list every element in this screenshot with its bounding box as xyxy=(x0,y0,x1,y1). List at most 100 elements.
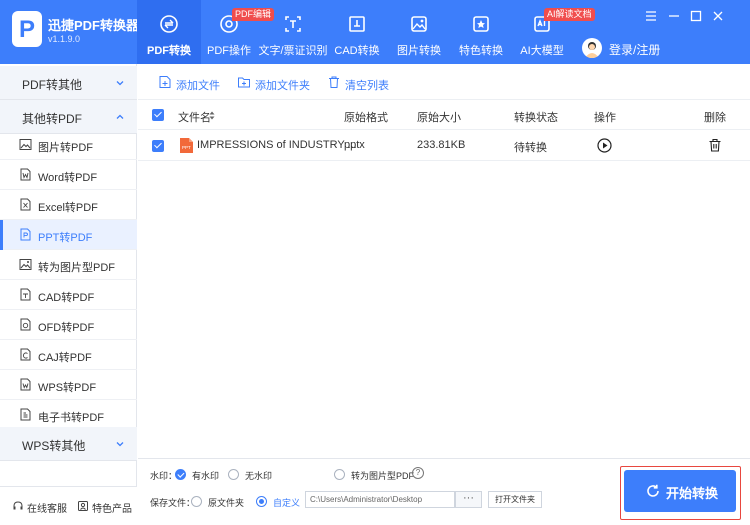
chevron-down-icon xyxy=(116,442,124,447)
clear-list-label: 清空列表 xyxy=(345,80,389,92)
tab-cad-convert[interactable]: CAD转换 xyxy=(329,0,385,64)
tab-label: 图片转换 xyxy=(397,45,441,57)
help-icon[interactable]: ? xyxy=(412,467,424,479)
sidebar-group-other-to-pdf[interactable]: 其他转PDF xyxy=(0,100,137,134)
watermark-label: 水印： xyxy=(150,471,178,481)
sort-icon[interactable] xyxy=(209,111,215,120)
ebook-icon xyxy=(20,408,31,421)
sidebar-item-label: CAD转PDF xyxy=(38,292,95,304)
header-action: 操作 xyxy=(594,112,616,124)
tab-pdf-convert[interactable]: PDF转换 xyxy=(137,0,201,64)
table-row: PPT IMPRESSIONS of INDUSTRY ... pptx 233… xyxy=(138,130,750,161)
sidebar-item-caj-to-pdf[interactable]: CAJ转PDF xyxy=(0,340,137,370)
headset-icon xyxy=(13,501,23,510)
sidebar-item-label: 图片转PDF xyxy=(38,142,93,154)
custom-folder-radio[interactable] xyxy=(256,496,267,507)
sidebar-item-ofd-to-pdf[interactable]: OFD转PDF xyxy=(0,310,137,340)
browse-button[interactable]: ··· xyxy=(455,491,482,508)
tab-image-convert[interactable]: 图片转换 xyxy=(390,0,448,64)
convert-icon xyxy=(160,15,178,33)
scan-icon xyxy=(285,16,301,32)
sidebar-item-ppt-to-pdf[interactable]: PPT转PDF xyxy=(0,220,137,250)
pptx-file-icon: PPT xyxy=(180,138,193,153)
ofd-icon xyxy=(20,318,31,331)
ai-doc-badge: AI解读文档 xyxy=(544,8,595,21)
image-icon xyxy=(19,139,32,150)
tab-label: PDF转换 xyxy=(147,45,191,57)
sidebar-item-cad-to-pdf[interactable]: CAD转PDF xyxy=(0,280,137,310)
header-file-name[interactable]: 文件名 xyxy=(178,109,211,125)
add-folder-icon xyxy=(238,77,250,88)
trash-icon xyxy=(329,76,339,88)
header-size: 原始大小 xyxy=(417,112,461,124)
main-panel: 添加文件 添加文件夹 清空列表 文件名 原始格式 原始大小 转换状态 操作 删除… xyxy=(138,64,750,525)
tab-ocr[interactable]: 文字/票证识别 xyxy=(257,0,329,64)
sidebar-item-wps-to-pdf[interactable]: WPS转PDF xyxy=(0,370,137,400)
start-convert-label: 开始转换 xyxy=(666,486,719,501)
tab-label: 特色转换 xyxy=(459,45,503,57)
tab-special-convert[interactable]: 特色转换 xyxy=(452,0,510,64)
file-status: 待转换 xyxy=(514,142,547,154)
cad-icon xyxy=(20,288,31,301)
sidebar-item-image-pdf[interactable]: 转为图片型PDF xyxy=(0,250,137,280)
excel-icon xyxy=(20,198,31,211)
start-convert-button[interactable]: 开始转换 xyxy=(624,470,736,512)
chevron-down-icon xyxy=(116,81,124,86)
to-image-pdf-radio[interactable] xyxy=(334,469,345,480)
product-icon xyxy=(78,501,88,511)
delete-icon[interactable] xyxy=(708,138,722,152)
file-toolbar: 添加文件 添加文件夹 清空列表 xyxy=(138,64,750,100)
sidebar-item-ebook-to-pdf[interactable]: 电子书转PDF xyxy=(0,400,137,430)
sidebar-item-label: OFD转PDF xyxy=(38,322,95,334)
sidebar-item-label: WPS转PDF xyxy=(38,382,97,394)
app-name: 迅捷PDF转换器 xyxy=(48,18,140,33)
sidebar-group-wps-to-other[interactable]: WPS转其他 xyxy=(0,427,137,461)
file-format: pptx xyxy=(344,139,365,151)
svg-text:PPT: PPT xyxy=(182,145,191,150)
sidebar-item-label: Excel转PDF xyxy=(38,202,98,214)
header-format: 原始格式 xyxy=(344,112,388,124)
sidebar-group-pdf-to-other[interactable]: PDF转其他 xyxy=(0,66,137,100)
maximize-icon[interactable] xyxy=(689,9,703,23)
cad-icon xyxy=(349,16,365,32)
add-file-label: 添加文件 xyxy=(176,80,220,92)
sidebar-item-image-to-pdf[interactable]: 图片转PDF xyxy=(0,130,137,160)
source-folder-label: 原文件夹 xyxy=(208,498,245,508)
star-icon xyxy=(473,16,489,32)
add-file-icon xyxy=(159,76,171,88)
save-path-input[interactable] xyxy=(305,491,455,508)
to-image-pdf-label: 转为图片型PDF xyxy=(351,471,415,481)
caj-icon xyxy=(20,348,31,361)
open-folder-button[interactable]: 打开文件夹 xyxy=(488,491,542,508)
app-version: v1.1.9.0 xyxy=(48,34,81,44)
source-folder-radio[interactable] xyxy=(191,496,202,507)
select-all-checkbox[interactable] xyxy=(152,109,164,121)
with-watermark-radio[interactable] xyxy=(175,469,186,480)
minimize-icon[interactable] xyxy=(667,9,681,23)
menu-icon[interactable] xyxy=(644,9,658,23)
custom-folder-label: 自定义 xyxy=(273,498,301,508)
logo-letter: P xyxy=(19,16,36,43)
group-label: WPS转其他 xyxy=(22,439,86,453)
sidebar-footer: 在线客服 特色产品 xyxy=(0,486,137,525)
close-icon[interactable] xyxy=(711,9,725,23)
sidebar-item-label: CAJ转PDF xyxy=(38,352,92,364)
online-service-label: 在线客服 xyxy=(27,504,67,515)
play-icon[interactable] xyxy=(597,138,612,153)
sidebar-item-label: 电子书转PDF xyxy=(38,412,104,424)
add-folder-label: 添加文件夹 xyxy=(255,80,310,92)
image-icon xyxy=(411,16,427,32)
row-checkbox[interactable] xyxy=(152,140,164,152)
word-icon xyxy=(20,168,31,181)
no-watermark-radio[interactable] xyxy=(228,469,239,480)
ppt-icon xyxy=(20,228,31,241)
file-size: 233.81KB xyxy=(417,139,466,151)
featured-products-label: 特色产品 xyxy=(92,504,132,515)
sidebar-item-label: Word转PDF xyxy=(38,172,98,184)
refresh-icon xyxy=(647,484,659,497)
sidebar-item-label: PPT转PDF xyxy=(38,232,93,244)
file-name: IMPRESSIONS of INDUSTRY ... xyxy=(197,139,357,151)
sidebar-item-excel-to-pdf[interactable]: Excel转PDF xyxy=(0,190,137,220)
sidebar-item-word-to-pdf[interactable]: Word转PDF xyxy=(0,160,137,190)
header-delete: 删除 xyxy=(704,112,726,124)
